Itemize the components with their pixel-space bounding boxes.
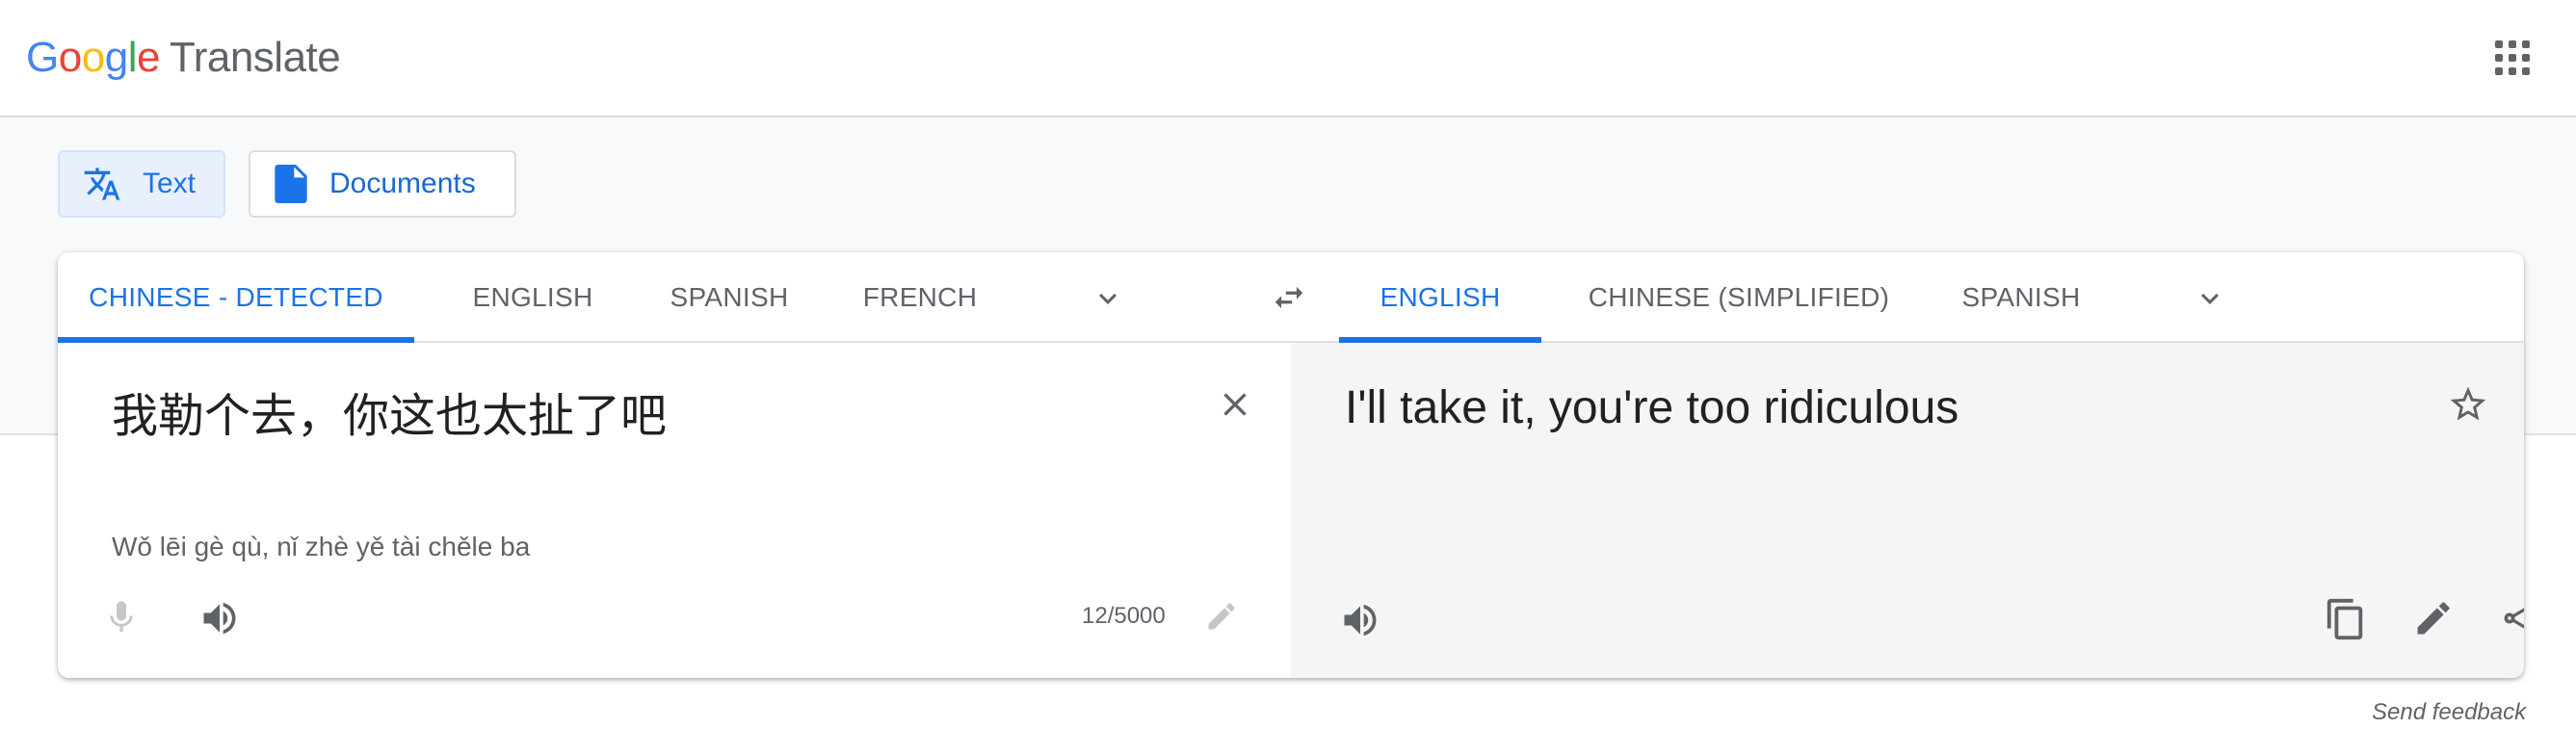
logo-letter: g bbox=[104, 34, 128, 81]
logo-letter: o bbox=[81, 34, 105, 81]
logo-letter: o bbox=[58, 34, 82, 81]
product-name: Translate bbox=[169, 34, 341, 81]
tab-target-chinese-simplified[interactable]: CHINESE (SIMPLIFIED) bbox=[1580, 252, 1898, 343]
share-icon[interactable] bbox=[2499, 597, 2524, 639]
logo-letter: e bbox=[136, 34, 160, 81]
apps-grid-icon[interactable] bbox=[2495, 40, 2530, 75]
character-counter: 12/5000 bbox=[1082, 603, 1166, 629]
chevron-down-icon[interactable] bbox=[1091, 281, 1125, 316]
app-header: Google Translate bbox=[0, 0, 2576, 117]
logo-letter: l bbox=[127, 34, 138, 81]
translation-output: I'll take it, you're too ridiculous bbox=[1345, 382, 1959, 433]
chevron-down-icon[interactable] bbox=[2193, 281, 2227, 316]
text-mode-label: Text bbox=[143, 168, 197, 199]
google-translate-logo[interactable]: Google Translate bbox=[26, 27, 341, 89]
tab-target-spanish[interactable]: SPANISH bbox=[1944, 252, 2098, 343]
pencil-icon[interactable] bbox=[1204, 599, 1239, 634]
swap-languages-icon[interactable] bbox=[1268, 279, 1310, 316]
source-transliteration: Wǒ lēi gè qù, nǐ zhè yě tài chěle ba bbox=[112, 532, 531, 561]
documents-mode-label: Documents bbox=[329, 168, 476, 199]
tab-target-english[interactable]: ENGLISH bbox=[1339, 252, 1541, 343]
logo-letter: G bbox=[26, 34, 59, 81]
text-mode-button[interactable]: Text bbox=[58, 150, 225, 218]
pencil-icon[interactable] bbox=[2412, 597, 2455, 639]
target-pane: I'll take it, you're too ridiculous bbox=[1291, 343, 2524, 678]
translate-icon bbox=[84, 168, 120, 200]
source-text-input[interactable]: 我勒个去，你这也太扯了吧 bbox=[112, 378, 667, 445]
tab-source-spanish[interactable]: SPANISH bbox=[657, 252, 802, 343]
star-icon[interactable] bbox=[2447, 383, 2489, 426]
copy-icon[interactable] bbox=[2324, 597, 2368, 641]
speaker-icon[interactable] bbox=[1339, 599, 1381, 641]
translator-card: CHINESE - DETECTED ENGLISH SPANISH FRENC… bbox=[58, 252, 2524, 678]
tab-source-french[interactable]: FRENCH bbox=[857, 252, 983, 343]
send-feedback-link[interactable]: Send feedback bbox=[2372, 699, 2526, 726]
tab-source-chinese-detected[interactable]: CHINESE - DETECTED bbox=[58, 252, 414, 343]
speaker-icon[interactable] bbox=[198, 597, 241, 639]
tab-source-english[interactable]: ENGLISH bbox=[460, 252, 605, 343]
documents-mode-button[interactable]: Documents bbox=[249, 150, 516, 218]
document-icon bbox=[275, 165, 307, 203]
microphone-icon[interactable] bbox=[102, 595, 141, 639]
source-pane[interactable]: 我勒个去，你这也太扯了吧 Wǒ lēi gè qù, nǐ zhè yě tài… bbox=[58, 343, 1291, 678]
language-bar: CHINESE - DETECTED ENGLISH SPANISH FRENC… bbox=[58, 252, 2524, 343]
close-icon[interactable] bbox=[1216, 385, 1254, 424]
